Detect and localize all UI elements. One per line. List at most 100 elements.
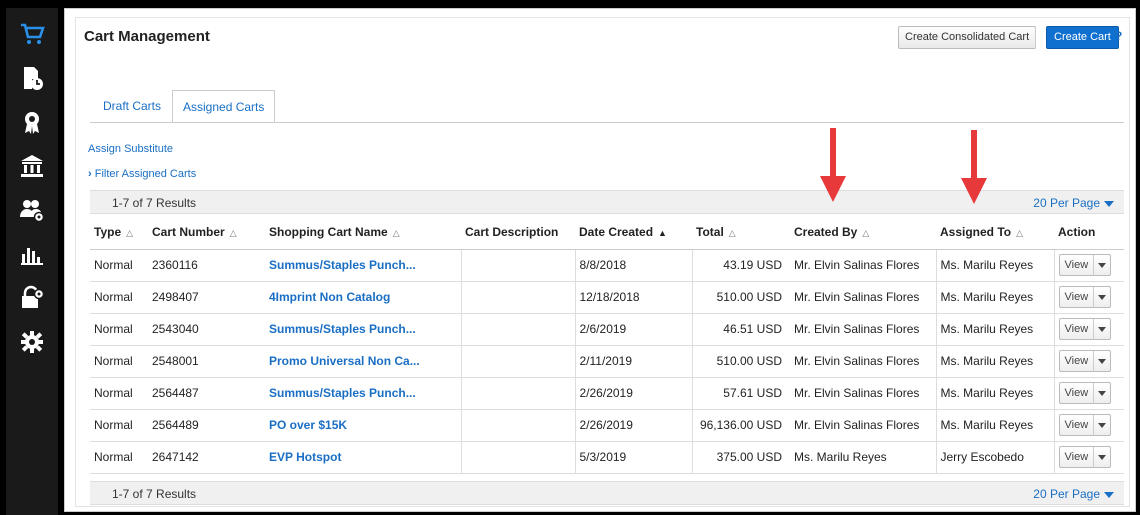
cell-total: 510.00 USD (691, 345, 790, 378)
sidebar-item-reports[interactable] (6, 232, 58, 276)
view-button[interactable]: View (1060, 351, 1095, 371)
column-type[interactable]: Type △ (90, 215, 148, 250)
caret-down-icon (1098, 294, 1107, 300)
view-dropdown-toggle[interactable] (1094, 447, 1110, 467)
tabs-underline (90, 122, 1124, 123)
cell-cart-number: 2647142 (148, 441, 265, 474)
cell-date-created: 2/26/2019 (574, 377, 692, 410)
view-button[interactable]: View (1060, 287, 1095, 307)
per-page-label: 20 Per Page (1033, 196, 1100, 210)
cell-type: Normal (90, 281, 148, 314)
cell-description (460, 249, 575, 282)
view-split-button[interactable]: View (1058, 446, 1112, 468)
cell-description (460, 377, 575, 410)
main-content: Cart Management Create Consolidated Cart… (64, 8, 1136, 512)
view-split-button[interactable]: View (1058, 350, 1112, 372)
table-row: Normal 2498407 4Imprint Non Catalog 12/18/2… (90, 281, 1124, 314)
cell-total: 375.00 USD (691, 441, 790, 474)
table-row: Normal 2647142 EVP Hotspot 5/3/2019 375.00 U… (90, 441, 1124, 474)
cell-cart-number: 2543040 (148, 313, 265, 346)
table-row: Normal 2543040 Summus/Staples Punch... 2/6/… (90, 313, 1124, 346)
per-page-dropdown[interactable]: 20 Per Page (1033, 196, 1114, 210)
cell-date-created: 2/6/2019 (574, 313, 692, 346)
cell-created-by: Mr. Elvin Salinas Flores (790, 249, 936, 282)
view-dropdown-toggle[interactable] (1094, 255, 1110, 275)
caret-down-icon (1098, 390, 1107, 396)
cell-action: View (1053, 281, 1124, 314)
cell-type: Normal (90, 313, 148, 346)
view-split-button[interactable]: View (1058, 414, 1112, 436)
cell-assigned-to: Jerry Escobedo (935, 441, 1054, 474)
cart-name-link[interactable]: PO over $15K (265, 409, 461, 442)
view-dropdown-toggle[interactable] (1094, 319, 1110, 339)
column-cart-description: Cart Description (461, 215, 575, 250)
sidebar-item-settings[interactable] (6, 320, 58, 364)
column-description-label: Cart Description (465, 224, 559, 239)
view-dropdown-toggle[interactable] (1094, 383, 1110, 403)
sidebar-item-shop[interactable] (6, 12, 58, 56)
gear-icon (21, 331, 43, 353)
view-split-button[interactable]: View (1058, 382, 1112, 404)
cell-action: View (1053, 409, 1124, 442)
cell-type: Normal (90, 377, 148, 410)
view-button[interactable]: View (1060, 383, 1095, 403)
view-button[interactable]: View (1060, 415, 1095, 435)
view-button[interactable]: View (1060, 447, 1095, 467)
cell-description (460, 409, 575, 442)
cart-name-link[interactable]: Summus/Staples Punch... (265, 313, 461, 346)
table-row: Normal 2564489 PO over $15K 2/26/2019 96,136… (90, 409, 1124, 442)
view-split-button[interactable]: View (1058, 318, 1112, 340)
sidebar-item-people[interactable] (6, 188, 58, 232)
cell-assigned-to: Ms. Marilu Reyes (935, 345, 1054, 378)
view-split-button[interactable]: View (1058, 286, 1112, 308)
assign-substitute-link[interactable]: Assign Substitute (88, 143, 173, 155)
cell-description (460, 441, 575, 474)
create-cart-button[interactable]: Create Cart (1046, 26, 1119, 49)
document-clock-icon (24, 67, 43, 90)
cell-cart-number: 2548001 (148, 345, 265, 378)
cell-date-created: 8/8/2018 (574, 249, 692, 282)
filter-assigned-carts-link[interactable]: › Filter Assigned Carts (88, 168, 196, 180)
view-split-button[interactable]: View (1058, 254, 1112, 276)
sidebar-item-security[interactable] (6, 276, 58, 320)
cell-assigned-to: Ms. Marilu Reyes (935, 409, 1054, 442)
cell-created-by: Mr. Elvin Salinas Flores (790, 281, 936, 314)
cell-action: View (1053, 441, 1124, 474)
help-icon[interactable]: ? (1115, 29, 1122, 43)
cart-name-link[interactable]: Summus/Staples Punch... (265, 249, 461, 282)
users-gear-icon (20, 200, 45, 223)
view-dropdown-toggle[interactable] (1094, 351, 1110, 371)
cell-date-created: 2/26/2019 (574, 409, 692, 442)
column-total[interactable]: Total △ (692, 215, 790, 250)
divider (1035, 28, 1036, 48)
column-date-created[interactable]: Date Created ▲ (575, 215, 692, 250)
view-button[interactable]: View (1060, 255, 1095, 275)
column-shopping-cart-name[interactable]: Shopping Cart Name △ (265, 215, 461, 250)
tab-assigned-carts[interactable]: Assigned Carts (172, 90, 276, 123)
view-button[interactable]: View (1060, 319, 1095, 339)
sidebar-item-documents[interactable] (6, 56, 58, 100)
cart-icon (21, 23, 45, 44)
column-assigned-to[interactable]: Assigned To △ (936, 215, 1054, 250)
column-type-label: Type (94, 224, 122, 239)
cart-name-link[interactable]: Summus/Staples Punch... (265, 377, 461, 410)
view-dropdown-toggle[interactable] (1094, 415, 1110, 435)
view-dropdown-toggle[interactable] (1094, 287, 1110, 307)
annotation-arrow-created-by (820, 128, 846, 202)
sidebar-item-institution[interactable] (6, 144, 58, 188)
cell-type: Normal (90, 249, 148, 282)
cart-name-link[interactable]: 4Imprint Non Catalog (265, 281, 461, 314)
cart-name-link[interactable]: EVP Hotspot (265, 441, 461, 474)
cell-cart-number: 2564489 (148, 409, 265, 442)
cell-assigned-to: Ms. Marilu Reyes (935, 313, 1054, 346)
column-created-by[interactable]: Created By △ (790, 215, 936, 250)
table-row: Normal 2548001 Promo Universal Non Ca... 2/… (90, 345, 1124, 378)
cart-name-link[interactable]: Promo Universal Non Ca... (265, 345, 461, 378)
sidebar-item-awards[interactable] (6, 100, 58, 144)
cell-assigned-to: Ms. Marilu Reyes (935, 281, 1054, 314)
column-cart-number[interactable]: Cart Number △ (148, 215, 265, 250)
tab-draft-carts[interactable]: Draft Carts (93, 90, 171, 123)
column-name-label: Shopping Cart Name (269, 224, 388, 239)
per-page-dropdown[interactable]: 20 Per Page (1033, 487, 1114, 501)
create-consolidated-cart-button[interactable]: Create Consolidated Cart (898, 26, 1037, 49)
